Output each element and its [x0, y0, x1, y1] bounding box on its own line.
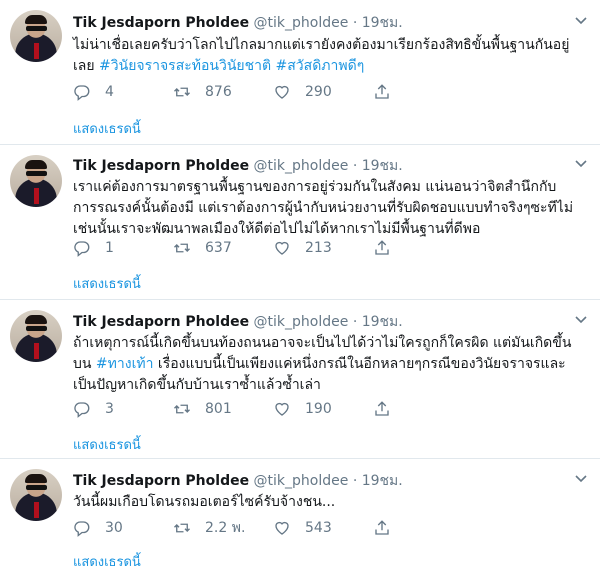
reply-count: 1 [105, 240, 114, 256]
tweet-header: Tik Jesdaporn Pholdee @tik_pholdee · 19ช… [73, 470, 403, 492]
separator-dot: · [352, 314, 358, 330]
like-count: 543 [305, 520, 332, 536]
like-button[interactable]: 190 [273, 399, 332, 419]
retweet-button[interactable]: 2.2 พ. [173, 518, 245, 538]
tweet-header: Tik Jesdaporn Pholdee @tik_pholdee · 19ช… [73, 311, 403, 333]
tweet-actions: 3 801 190 [73, 399, 403, 419]
like-icon [275, 402, 289, 416]
like-icon [275, 521, 289, 535]
show-thread-link[interactable]: แสดงเธรดนี้ [73, 273, 141, 294]
tweet-actions: 4 876 290 [73, 82, 403, 102]
share-button[interactable] [373, 399, 405, 419]
tweet-header: Tik Jesdaporn Pholdee @tik_pholdee · 19ช… [73, 12, 403, 34]
tweet-text: วันนี้ผมเกือบโดนรถมอเตอร์ไซค์รับจ้างชน..… [73, 492, 578, 513]
caret-down-icon[interactable] [574, 157, 588, 171]
caret-down-icon[interactable] [574, 313, 588, 327]
show-thread-link[interactable]: แสดงเธรดนี้ [73, 551, 141, 572]
retweet-button[interactable]: 876 [173, 82, 232, 102]
share-button[interactable] [373, 82, 405, 102]
retweet-count: 2.2 พ. [205, 520, 246, 536]
reply-icon [74, 521, 90, 537]
separator-dot: · [352, 158, 358, 174]
reply-button[interactable]: 4 [73, 82, 114, 102]
like-button[interactable]: 543 [273, 518, 332, 538]
avatar[interactable] [10, 10, 62, 62]
reply-button[interactable]: 3 [73, 399, 114, 419]
like-button[interactable]: 213 [273, 238, 332, 258]
username[interactable]: @tik_pholdee [254, 314, 349, 330]
like-icon [275, 241, 289, 255]
tweet-feed: Tik Jesdaporn Pholdee @tik_pholdee · 19ช… [0, 0, 600, 577]
reply-button[interactable]: 30 [73, 518, 123, 538]
retweet-button[interactable]: 801 [173, 399, 232, 419]
retweet-icon [174, 87, 190, 97]
tweet-header: Tik Jesdaporn Pholdee @tik_pholdee · 19ช… [73, 155, 403, 177]
retweet-icon [174, 523, 190, 533]
show-thread-link[interactable]: แสดงเธรดนี้ [73, 434, 141, 455]
tweet-text-body: วันนี้ผมเกือบโดนรถมอเตอร์ไซค์รับจ้างชน..… [73, 494, 336, 510]
retweet-button[interactable]: 637 [173, 238, 232, 258]
tweet-text: ไม่น่าเชื่อเลยครับว่าโลกไปไกลมากแต่เรายั… [73, 35, 578, 77]
share-button[interactable] [373, 238, 405, 258]
retweet-count: 801 [205, 401, 232, 417]
retweet-count: 876 [205, 84, 232, 100]
display-name[interactable]: Tik Jesdaporn Pholdee [73, 15, 249, 31]
display-name[interactable]: Tik Jesdaporn Pholdee [73, 314, 249, 330]
tweet[interactable]: Tik Jesdaporn Pholdee @tik_pholdee · 19ช… [0, 0, 600, 145]
retweet-count: 637 [205, 240, 232, 256]
tweet-actions: 30 2.2 พ. 543 [73, 518, 403, 538]
timestamp[interactable]: 19ชม. [362, 158, 403, 174]
username[interactable]: @tik_pholdee [254, 158, 349, 174]
hashtag-link[interactable]: #สวัสดิภาพดีๆ [276, 58, 365, 74]
timestamp[interactable]: 19ชม. [362, 314, 403, 330]
tweet-text: ถ้าเหตุการณ์นี้เกิดขึ้นบนท้องถนนอาจจะเป็… [73, 333, 578, 396]
tweet[interactable]: Tik Jesdaporn Pholdee @tik_pholdee · 19ช… [0, 459, 600, 577]
reply-icon [74, 402, 90, 418]
like-count: 190 [305, 401, 332, 417]
username[interactable]: @tik_pholdee [254, 15, 349, 31]
show-thread-link[interactable]: แสดงเธรดนี้ [73, 118, 141, 139]
tweet-text: เราแค่ต้องการมาตรฐานพื้นฐานของการอยู่ร่ว… [73, 177, 578, 240]
like-count: 213 [305, 240, 332, 256]
like-icon [275, 85, 289, 99]
display-name[interactable]: Tik Jesdaporn Pholdee [73, 473, 249, 489]
share-icon [375, 240, 389, 255]
reply-count: 3 [105, 401, 114, 417]
timestamp[interactable]: 19ชม. [362, 15, 403, 31]
tweet[interactable]: Tik Jesdaporn Pholdee @tik_pholdee · 19ช… [0, 300, 600, 459]
timestamp[interactable]: 19ชม. [362, 473, 403, 489]
share-icon [375, 401, 389, 416]
hashtag-link[interactable]: #วินัยจราจรสะท้อนวินัยชาติ [99, 58, 271, 74]
retweet-icon [174, 243, 190, 253]
username[interactable]: @tik_pholdee [254, 473, 349, 489]
separator-dot: · [352, 15, 358, 31]
share-button[interactable] [373, 518, 405, 538]
reply-icon [74, 241, 90, 257]
avatar[interactable] [10, 310, 62, 362]
display-name[interactable]: Tik Jesdaporn Pholdee [73, 158, 249, 174]
share-icon [375, 84, 389, 99]
tweet-actions: 1 637 213 [73, 238, 403, 258]
separator-dot: · [352, 473, 358, 489]
caret-down-icon[interactable] [574, 14, 588, 28]
avatar[interactable] [10, 469, 62, 521]
like-button[interactable]: 290 [273, 82, 332, 102]
reply-button[interactable]: 1 [73, 238, 114, 258]
tweet-text-body: เราแค่ต้องการมาตรฐานพื้นฐานของการอยู่ร่ว… [73, 179, 574, 237]
share-icon [375, 520, 389, 535]
caret-down-icon[interactable] [574, 472, 588, 486]
reply-count: 30 [105, 520, 123, 536]
reply-count: 4 [105, 84, 114, 100]
hashtag-link[interactable]: #ทางเท้า [96, 356, 154, 372]
retweet-icon [174, 404, 190, 414]
like-count: 290 [305, 84, 332, 100]
reply-icon [74, 85, 90, 101]
tweet[interactable]: Tik Jesdaporn Pholdee @tik_pholdee · 19ช… [0, 145, 600, 300]
avatar[interactable] [10, 155, 62, 207]
